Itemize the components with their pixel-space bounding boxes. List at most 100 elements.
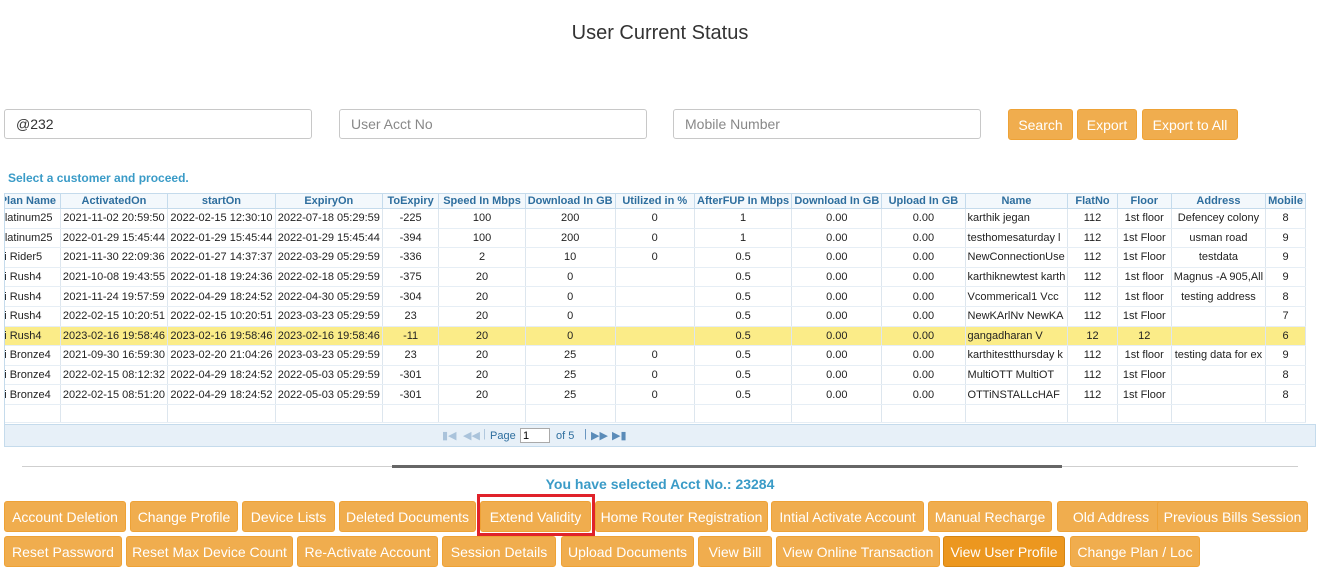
deleted-documents-button[interactable]: Deleted Documents — [339, 501, 476, 532]
column-header[interactable]: Mobile — [1265, 193, 1306, 209]
column-header[interactable]: Download In GB — [524, 193, 616, 209]
table-cell: 0.00 — [881, 384, 966, 405]
account-deletion-button[interactable]: Account Deletion — [4, 501, 126, 532]
table-row[interactable]: Fi Rush42021-10-08 19:43:552022-01-18 19… — [5, 267, 1306, 288]
table-cell: 2022-01-29 15:45:44 — [167, 228, 276, 249]
table-cell: 9 — [1265, 228, 1306, 249]
customer-grid: Plan Name ActivatedOn startOn ExpiryOn ToExp… — [4, 193, 1316, 424]
table-cell: 2021-11-02 20:59:50 — [60, 208, 169, 229]
table-cell: 8 — [1265, 384, 1306, 405]
reset-password-button[interactable]: Reset Password — [4, 536, 122, 567]
empty-cell — [525, 404, 616, 423]
table-cell: 9 — [1265, 267, 1306, 288]
table-row[interactable]: Fi Rush42021-11-24 19:57:592022-04-29 18… — [5, 286, 1306, 307]
table-cell: 2023-02-16 19:58:46 — [167, 326, 276, 347]
table-cell: 0.00 — [791, 286, 883, 307]
column-header[interactable]: FlatNo — [1067, 193, 1118, 209]
table-cell: 20 — [438, 326, 526, 347]
pager-separator: | — [483, 428, 486, 440]
table-cell: 2021-10-08 19:43:55 — [60, 267, 169, 288]
table-cell: 112 — [1067, 345, 1118, 366]
last-page-icon[interactable]: ▶▮ — [612, 429, 627, 442]
reset-max-device-count-button[interactable]: Reset Max Device Count — [126, 536, 293, 567]
re-activate-account-button[interactable]: Re-Activate Account — [297, 536, 438, 567]
table-cell: 0.00 — [881, 365, 966, 386]
next-page-icon[interactable]: ▶▶ — [591, 429, 608, 442]
empty-cell — [382, 404, 440, 423]
table-row[interactable]: Fi Rider52021-11-30 22:09:362022-01-27 1… — [5, 247, 1306, 268]
table-cell: testing address — [1171, 286, 1267, 307]
table-row[interactable]: Fi Bronze42022-02-15 08:51:202022-04-29 … — [5, 384, 1306, 405]
column-header[interactable]: Download In GB — [791, 193, 883, 209]
table-cell: 0 — [615, 345, 695, 366]
column-header[interactable]: Plan Name — [5, 193, 61, 209]
export-button[interactable]: Export — [1077, 109, 1137, 140]
pager-separator-2: | — [584, 428, 587, 440]
column-header[interactable]: Utilized in % — [614, 193, 695, 209]
previous-bills-session-button[interactable]: Previous Bills Session — [1157, 501, 1308, 532]
table-cell: 1 — [694, 208, 793, 229]
view-bill-button[interactable]: View Bill — [698, 536, 772, 567]
table-cell: 9 — [1265, 247, 1306, 268]
manual-recharge-button[interactable]: Manual Recharge — [928, 501, 1052, 532]
table-cell: 8 — [1265, 286, 1306, 307]
table-row[interactable]: Fi Bronze42021-09-30 16:59:302023-02-20 … — [5, 345, 1306, 366]
table-row[interactable]: Platinum252022-01-29 15:45:442022-01-29 … — [5, 228, 1306, 249]
column-header[interactable]: Speed In Mbps — [438, 193, 526, 209]
table-cell: Fi Bronze4 — [5, 365, 61, 386]
account-search-input[interactable] — [4, 109, 312, 139]
table-row[interactable]: Fi Rush42023-02-16 19:58:462023-02-16 19… — [5, 326, 1306, 347]
table-cell: 6 — [1265, 326, 1306, 347]
table-row[interactable]: Fi Bronze42022-02-15 08:12:322022-04-29 … — [5, 365, 1306, 386]
first-page-icon[interactable]: ▮◀ — [442, 429, 457, 442]
table-cell: -301 — [382, 384, 440, 405]
prev-page-icon[interactable]: ◀◀ — [463, 429, 480, 442]
table-cell: 1st Floor — [1117, 228, 1172, 249]
column-header[interactable]: Address — [1170, 193, 1267, 209]
home-router-registration-button[interactable]: Home Router Registration — [595, 501, 768, 532]
upload-documents-button[interactable]: Upload Documents — [561, 536, 694, 567]
table-cell: Fi Bronze4 — [5, 384, 61, 405]
table-cell: 2023-02-20 21:04:26 — [167, 345, 276, 366]
table-cell: 2021-11-24 19:57:59 — [60, 286, 169, 307]
view-user-profile-button[interactable]: View User Profile — [943, 536, 1065, 567]
table-cell: testing data for ex — [1171, 345, 1267, 366]
column-header[interactable]: Upload In GB — [881, 193, 966, 209]
table-cell: 2022-01-18 19:24:36 — [167, 267, 276, 288]
table-cell: 1st floor — [1117, 286, 1172, 307]
intial-activate-account-button[interactable]: Intial Activate Account — [771, 501, 924, 532]
table-cell: Fi Rush4 — [5, 306, 61, 327]
search-button[interactable]: Search — [1008, 109, 1073, 140]
column-header[interactable]: ActivatedOn — [59, 193, 169, 209]
table-cell: 0.00 — [791, 267, 883, 288]
old-address-button[interactable]: Old Address — [1057, 501, 1165, 532]
table-row[interactable]: Platinum252021-11-02 20:59:502022-02-15 … — [5, 208, 1306, 229]
empty-cell — [615, 404, 695, 423]
column-header[interactable]: startOn — [167, 193, 276, 209]
table-cell: 0 — [615, 228, 695, 249]
user-acct-no-input[interactable] — [339, 109, 647, 139]
change-profile-button[interactable]: Change Profile — [130, 501, 238, 532]
table-cell: NewConnectionUse — [965, 247, 1069, 268]
table-cell: -336 — [382, 247, 440, 268]
column-header[interactable]: AfterFUP In Mbps — [693, 193, 793, 209]
column-header[interactable]: Floor — [1116, 193, 1172, 209]
table-cell: karthitestthursday k — [965, 345, 1069, 366]
export-to-all-button[interactable]: Export to All — [1142, 109, 1238, 140]
table-cell: 2022-05-03 05:29:59 — [275, 384, 383, 405]
table-cell: 0.00 — [881, 247, 966, 268]
table-cell: 0 — [525, 286, 616, 307]
table-cell: 0.5 — [694, 365, 793, 386]
page-number-input[interactable] — [520, 428, 550, 443]
change-plan-loc-button[interactable]: Change Plan / Loc — [1070, 536, 1200, 567]
view-online-transaction-button[interactable]: View Online Transaction — [776, 536, 940, 567]
mobile-number-input[interactable] — [673, 109, 981, 139]
column-header[interactable]: Name — [964, 193, 1069, 209]
table-row[interactable]: Fi Rush42022-02-15 10:20:512022-02-15 10… — [5, 306, 1306, 327]
column-header[interactable]: ExpiryOn — [274, 193, 383, 209]
table-cell: 112 — [1067, 384, 1118, 405]
scroll-indicator[interactable] — [392, 465, 1062, 468]
device-lists-button[interactable]: Device Lists — [242, 501, 335, 532]
column-header[interactable]: ToExpiry — [381, 193, 440, 209]
session-details-button[interactable]: Session Details — [442, 536, 556, 567]
